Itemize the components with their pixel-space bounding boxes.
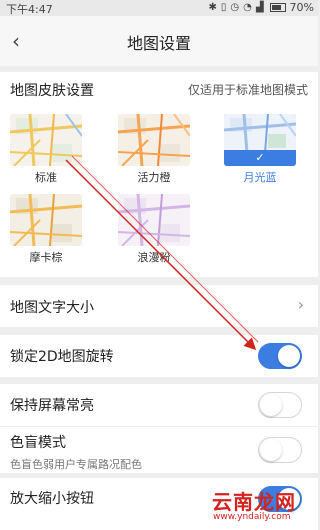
battery-percent: 70% (289, 1, 314, 14)
theme-mocha-brown-label: 摩卡棕 (29, 251, 63, 264)
theme-vitality-orange-label: 活力橙 (137, 171, 171, 184)
alarm-icon: ◷ (230, 1, 240, 13)
row-map-font-size[interactable]: 地图文字大小 › (0, 285, 318, 327)
row-color-blind-mode: 色盲模式 色盲色弱用户专属路况配色 (0, 427, 318, 473)
row-lock-2d-rotation: 锁定2D地图旋转 (0, 335, 318, 377)
status-icons: ✱ ▯ ◷ ◔ ▟ 70% (208, 1, 314, 14)
theme-mocha-brown[interactable]: 摩卡棕 (10, 194, 82, 265)
theme-standard-label: 标准 (35, 171, 57, 184)
theme-vitality-orange[interactable]: 活力橙 (118, 114, 190, 185)
theme-romantic-pink-label: 浪漫粉 (137, 251, 171, 264)
theme-moonlight-blue-thumbnail: ✓ (224, 114, 296, 166)
lock-2d-rotation-toggle[interactable] (258, 343, 302, 369)
wifi-icon: ◔ (243, 1, 252, 13)
color-blind-mode-description: 色盲色弱用户专属路况配色 (10, 458, 142, 471)
status-bar: 下午4:47 ✱ ▯ ◷ ◔ ▟ 70% (0, 0, 318, 16)
watermark-url: www.yndaily.com (213, 512, 291, 522)
theme-romantic-pink[interactable]: 浪漫粉 (118, 194, 190, 265)
signal-icon: ▟ (255, 1, 264, 13)
toggle-knob (278, 345, 300, 367)
title-bar: ‹ 地图设置 (0, 16, 318, 66)
vibrate-icon: ▯ (220, 1, 227, 13)
keep-screen-on-label: 保持屏幕常亮 (10, 398, 94, 414)
zoom-buttons-label: 放大缩小按钮 (10, 491, 94, 507)
skin-settings-card: 地图皮肤设置 仅适用于标准地图模式 标准 活力橙 ✓ 月光蓝 摩卡棕 浪漫粉 (0, 72, 318, 277)
theme-moonlight-blue-label: 月光蓝 (243, 171, 277, 184)
color-blind-mode-toggle[interactable] (258, 437, 302, 463)
color-blind-mode-label: 色盲模式 (10, 435, 66, 451)
watermark-brand: 云南龙网 (212, 490, 296, 514)
skin-settings-title: 地图皮肤设置 (10, 83, 94, 99)
theme-standard[interactable]: 标准 (10, 114, 82, 185)
map-font-size-label: 地图文字大小 (10, 300, 94, 316)
lock-2d-rotation-label: 锁定2D地图旋转 (10, 349, 114, 365)
chevron-right-icon: › (297, 295, 304, 314)
theme-vitality-orange-thumbnail (118, 114, 190, 166)
bluetooth-icon: ✱ (208, 1, 217, 13)
theme-moonlight-blue[interactable]: ✓ 月光蓝 (224, 114, 296, 185)
checkmark-icon: ✓ (224, 150, 296, 166)
battery-icon (269, 3, 286, 12)
toggle-knob (260, 439, 282, 461)
toggle-knob (260, 394, 282, 416)
theme-standard-thumbnail (10, 114, 82, 166)
skin-settings-note: 仅适用于标准地图模式 (187, 83, 308, 97)
page-title: 地图设置 (126, 34, 191, 53)
theme-mocha-brown-thumbnail (10, 194, 82, 246)
row-keep-screen-on: 保持屏幕常亮 (0, 384, 318, 426)
status-time: 下午4:47 (6, 3, 53, 16)
theme-romantic-pink-thumbnail (118, 194, 190, 246)
keep-screen-on-toggle[interactable] (258, 392, 302, 418)
